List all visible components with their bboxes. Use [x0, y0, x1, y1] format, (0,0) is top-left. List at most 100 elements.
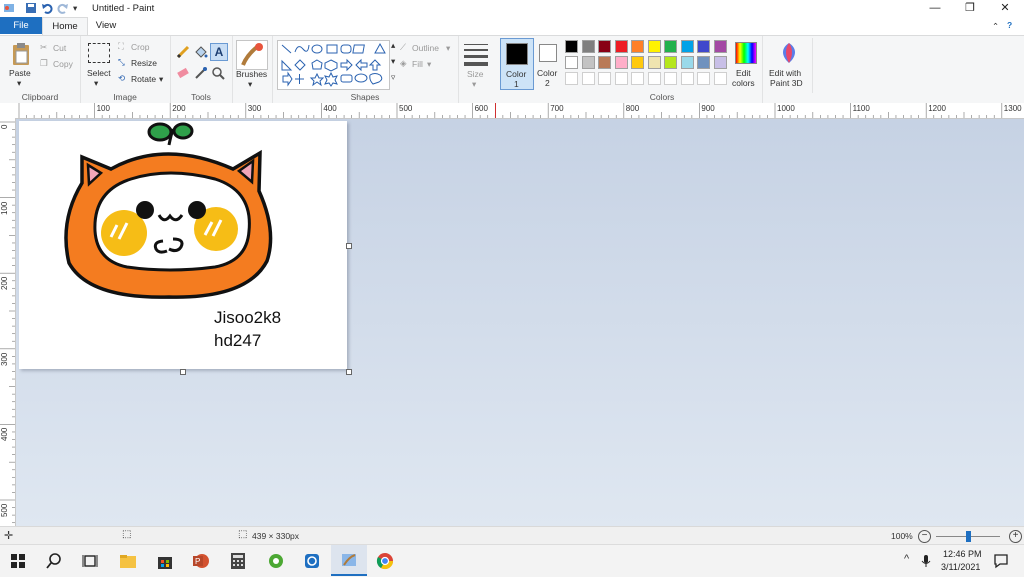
- palette-swatch[interactable]: [647, 72, 661, 85]
- fill-button[interactable]: Fill: [412, 59, 423, 69]
- canvas-resize-handle-right[interactable]: [346, 243, 352, 249]
- windows-start-icon[interactable]: [9, 552, 27, 570]
- palette-swatch[interactable]: [680, 56, 694, 69]
- palette-swatch[interactable]: [631, 56, 644, 69]
- palette-swatch[interactable]: [631, 72, 644, 85]
- brushes-dropdown-icon[interactable]: ▾: [248, 79, 252, 90]
- fill-dropdown-icon[interactable]: ▾: [427, 59, 431, 70]
- search-icon[interactable]: [45, 552, 63, 570]
- pencil-icon[interactable]: [176, 45, 190, 59]
- select-button[interactable]: Select: [87, 68, 111, 78]
- app-blue-icon[interactable]: [303, 552, 321, 570]
- outline-button[interactable]: Outline: [412, 43, 439, 53]
- brushes-icon[interactable]: [236, 40, 268, 70]
- clock-date[interactable]: 3/11/2021: [941, 562, 980, 572]
- palette-swatch[interactable]: [697, 40, 710, 53]
- palette-swatch[interactable]: [680, 40, 694, 53]
- palette-swatch[interactable]: [565, 56, 578, 69]
- palette-swatch[interactable]: [713, 40, 727, 53]
- palette-swatch[interactable]: [713, 56, 727, 69]
- palette-swatch[interactable]: [614, 56, 628, 69]
- palette-swatch[interactable]: [647, 40, 661, 53]
- undo-icon[interactable]: [41, 2, 53, 14]
- color1-button[interactable]: Color 1: [500, 38, 534, 90]
- file-explorer-icon[interactable]: [119, 552, 137, 570]
- outline-dropdown-icon[interactable]: ▾: [446, 43, 450, 54]
- palette-swatch[interactable]: [565, 40, 578, 53]
- palette-swatch[interactable]: [647, 56, 661, 69]
- zoom-slider-thumb[interactable]: [966, 531, 971, 542]
- tab-home[interactable]: Home: [42, 17, 88, 36]
- palette-swatch[interactable]: [697, 72, 710, 85]
- paste-button[interactable]: Paste: [9, 68, 31, 78]
- app-green-icon[interactable]: [267, 552, 285, 570]
- palette-swatch[interactable]: [598, 72, 611, 85]
- palette-swatch[interactable]: [581, 72, 595, 85]
- palette-swatch[interactable]: [598, 40, 611, 53]
- cut-button[interactable]: Cut: [53, 43, 66, 53]
- brushes-button[interactable]: Brushes: [236, 69, 267, 79]
- chrome-icon[interactable]: [376, 552, 394, 570]
- select-icon[interactable]: [88, 43, 110, 63]
- select-dropdown-icon[interactable]: ▾: [94, 78, 98, 89]
- zoom-out-button[interactable]: −: [918, 530, 931, 543]
- copy-button[interactable]: Copy: [53, 59, 73, 69]
- palette-swatch[interactable]: [565, 72, 578, 85]
- paint-app-icon[interactable]: [3, 2, 15, 14]
- palette-swatch[interactable]: [581, 56, 595, 69]
- eraser-icon[interactable]: [176, 66, 190, 80]
- text-tool-icon[interactable]: A: [210, 43, 228, 61]
- help-icon[interactable]: ?: [1007, 20, 1012, 30]
- canvas-resize-handle-corner[interactable]: [346, 369, 352, 375]
- edit-with-paint3d-button[interactable]: Edit with Paint 3D: [766, 38, 813, 93]
- palette-swatch[interactable]: [664, 72, 677, 85]
- taskbar-paint-active[interactable]: [331, 545, 367, 576]
- size-icon[interactable]: [464, 44, 488, 66]
- tab-view[interactable]: View: [86, 17, 126, 34]
- tray-overflow-icon[interactable]: ^: [904, 553, 909, 565]
- zoom-in-button[interactable]: +: [1009, 530, 1022, 543]
- notifications-icon[interactable]: [992, 552, 1010, 570]
- close-button[interactable]: ✕: [988, 0, 1022, 17]
- store-icon[interactable]: [156, 552, 174, 570]
- palette-swatch[interactable]: [581, 40, 595, 53]
- paste-icon[interactable]: [11, 42, 31, 66]
- restore-button[interactable]: ❐: [953, 0, 987, 17]
- shapes-scroll-down-icon[interactable]: ▾: [391, 56, 395, 67]
- palette-swatch[interactable]: [614, 40, 628, 53]
- shapes-gallery[interactable]: [277, 40, 390, 90]
- resize-button[interactable]: Resize: [131, 58, 157, 68]
- minimize-button[interactable]: —: [918, 0, 952, 17]
- palette-swatch[interactable]: [631, 40, 644, 53]
- palette-swatch[interactable]: [614, 72, 628, 85]
- fill-bucket-icon[interactable]: [194, 45, 208, 59]
- paste-dropdown-icon[interactable]: ▾: [17, 78, 21, 89]
- color2-button[interactable]: Color 2: [534, 38, 562, 88]
- save-icon[interactable]: [25, 2, 37, 14]
- rotate-button[interactable]: Rotate: [131, 74, 156, 84]
- palette-swatch[interactable]: [598, 56, 611, 69]
- palette-swatch[interactable]: [680, 72, 694, 85]
- size-dropdown-icon[interactable]: ▾: [472, 79, 476, 90]
- microphone-icon[interactable]: [921, 554, 931, 568]
- rotate-dropdown-icon[interactable]: ▾: [159, 74, 163, 85]
- size-button[interactable]: Size: [467, 69, 484, 79]
- redo-icon[interactable]: [57, 2, 69, 14]
- collapse-ribbon-icon[interactable]: ⌃: [992, 21, 999, 32]
- magnifier-icon[interactable]: [211, 66, 225, 80]
- calculator-icon[interactable]: [229, 552, 247, 570]
- crop-button[interactable]: Crop: [131, 42, 149, 52]
- edit-colors-button[interactable]: Edit colors: [728, 38, 764, 93]
- tab-file[interactable]: File: [0, 17, 42, 34]
- task-view-icon[interactable]: [81, 552, 99, 570]
- clock-time[interactable]: 12:46 PM: [943, 549, 982, 559]
- shapes-scroll-up-icon[interactable]: ▴: [391, 40, 395, 51]
- shapes-expand-icon[interactable]: ▿: [391, 72, 395, 83]
- palette-swatch[interactable]: [664, 40, 677, 53]
- drawing-canvas[interactable]: Jisoo2k8 hd247: [19, 121, 347, 369]
- powerpoint-icon[interactable]: P: [192, 552, 210, 570]
- palette-swatch[interactable]: [713, 72, 727, 85]
- palette-swatch[interactable]: [697, 56, 710, 69]
- color-picker-icon[interactable]: [194, 66, 208, 80]
- customize-toolbar-icon[interactable]: ▾: [73, 3, 77, 14]
